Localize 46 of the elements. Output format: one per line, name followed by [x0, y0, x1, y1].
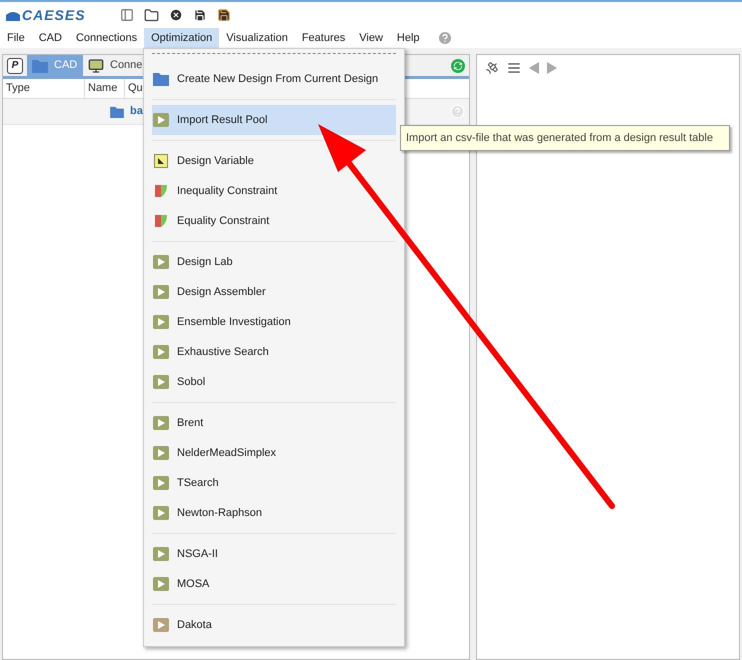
folder-icon [153, 72, 169, 86]
panel-tab[interactable]: Conne [83, 55, 148, 76]
menu-item[interactable]: NSGA-II [152, 539, 396, 569]
menu-item[interactable]: Features [294, 28, 352, 48]
menu-item[interactable]: CAD [32, 28, 69, 48]
folder-icon [110, 106, 124, 118]
menu-item[interactable]: Optimization [144, 28, 220, 48]
folder-icon[interactable] [144, 8, 159, 22]
column-header[interactable]: Type [3, 79, 85, 98]
menu-item[interactable]: Dakota [152, 610, 396, 640]
tooltip: Import an csv-file that was generated from a design result table [400, 125, 730, 151]
menu-item[interactable]: File [0, 28, 32, 48]
menu-item[interactable]: TSearch [152, 468, 396, 498]
menu-item[interactable]: Connections [68, 28, 144, 48]
close-icon[interactable] [169, 8, 183, 22]
refresh-icon[interactable] [451, 58, 465, 72]
menu-item[interactable]: Newton-Raphson [152, 498, 396, 528]
menu-item[interactable]: Sobol [152, 367, 396, 397]
folder-icon [32, 58, 48, 72]
logo: CAESES [22, 6, 86, 24]
constraint-icon [154, 214, 168, 228]
menu-icon[interactable] [507, 61, 521, 75]
pin-button[interactable]: P [7, 58, 23, 74]
tree-item[interactable]: ba [130, 103, 143, 120]
menu-item[interactable]: Design Assembler [152, 277, 396, 307]
menu-item[interactable]: Ensemble Investigation [152, 307, 396, 337]
logo-icon [6, 9, 20, 21]
monitor-icon [88, 58, 104, 74]
constraint-icon [154, 184, 168, 198]
menu-item[interactable]: Inequality Constraint [152, 176, 396, 206]
menu-item[interactable]: Exhaustive Search [152, 337, 396, 367]
menu-item[interactable]: Visualization [219, 28, 295, 48]
satellite-icon[interactable] [485, 61, 499, 75]
menu-item[interactable]: Design Lab [152, 247, 396, 277]
menu-item[interactable]: MOSA [152, 569, 396, 599]
column-header[interactable]: Name [85, 79, 125, 98]
menu-item[interactable]: Help [390, 28, 427, 48]
menu-item[interactable]: Import Result Pool [152, 105, 396, 135]
panel-icon[interactable] [120, 8, 134, 22]
menu-item[interactable]: Equality Constraint [152, 206, 396, 236]
menu-item[interactable]: NelderMeadSimplex [152, 438, 396, 468]
menu-item[interactable]: View [352, 28, 390, 48]
menu-item[interactable]: Brent [152, 408, 396, 438]
menu-item[interactable]: Design Variable [152, 146, 396, 176]
variable-icon [154, 154, 168, 168]
menu-item[interactable]: Create New Design From Current Design [152, 64, 396, 94]
